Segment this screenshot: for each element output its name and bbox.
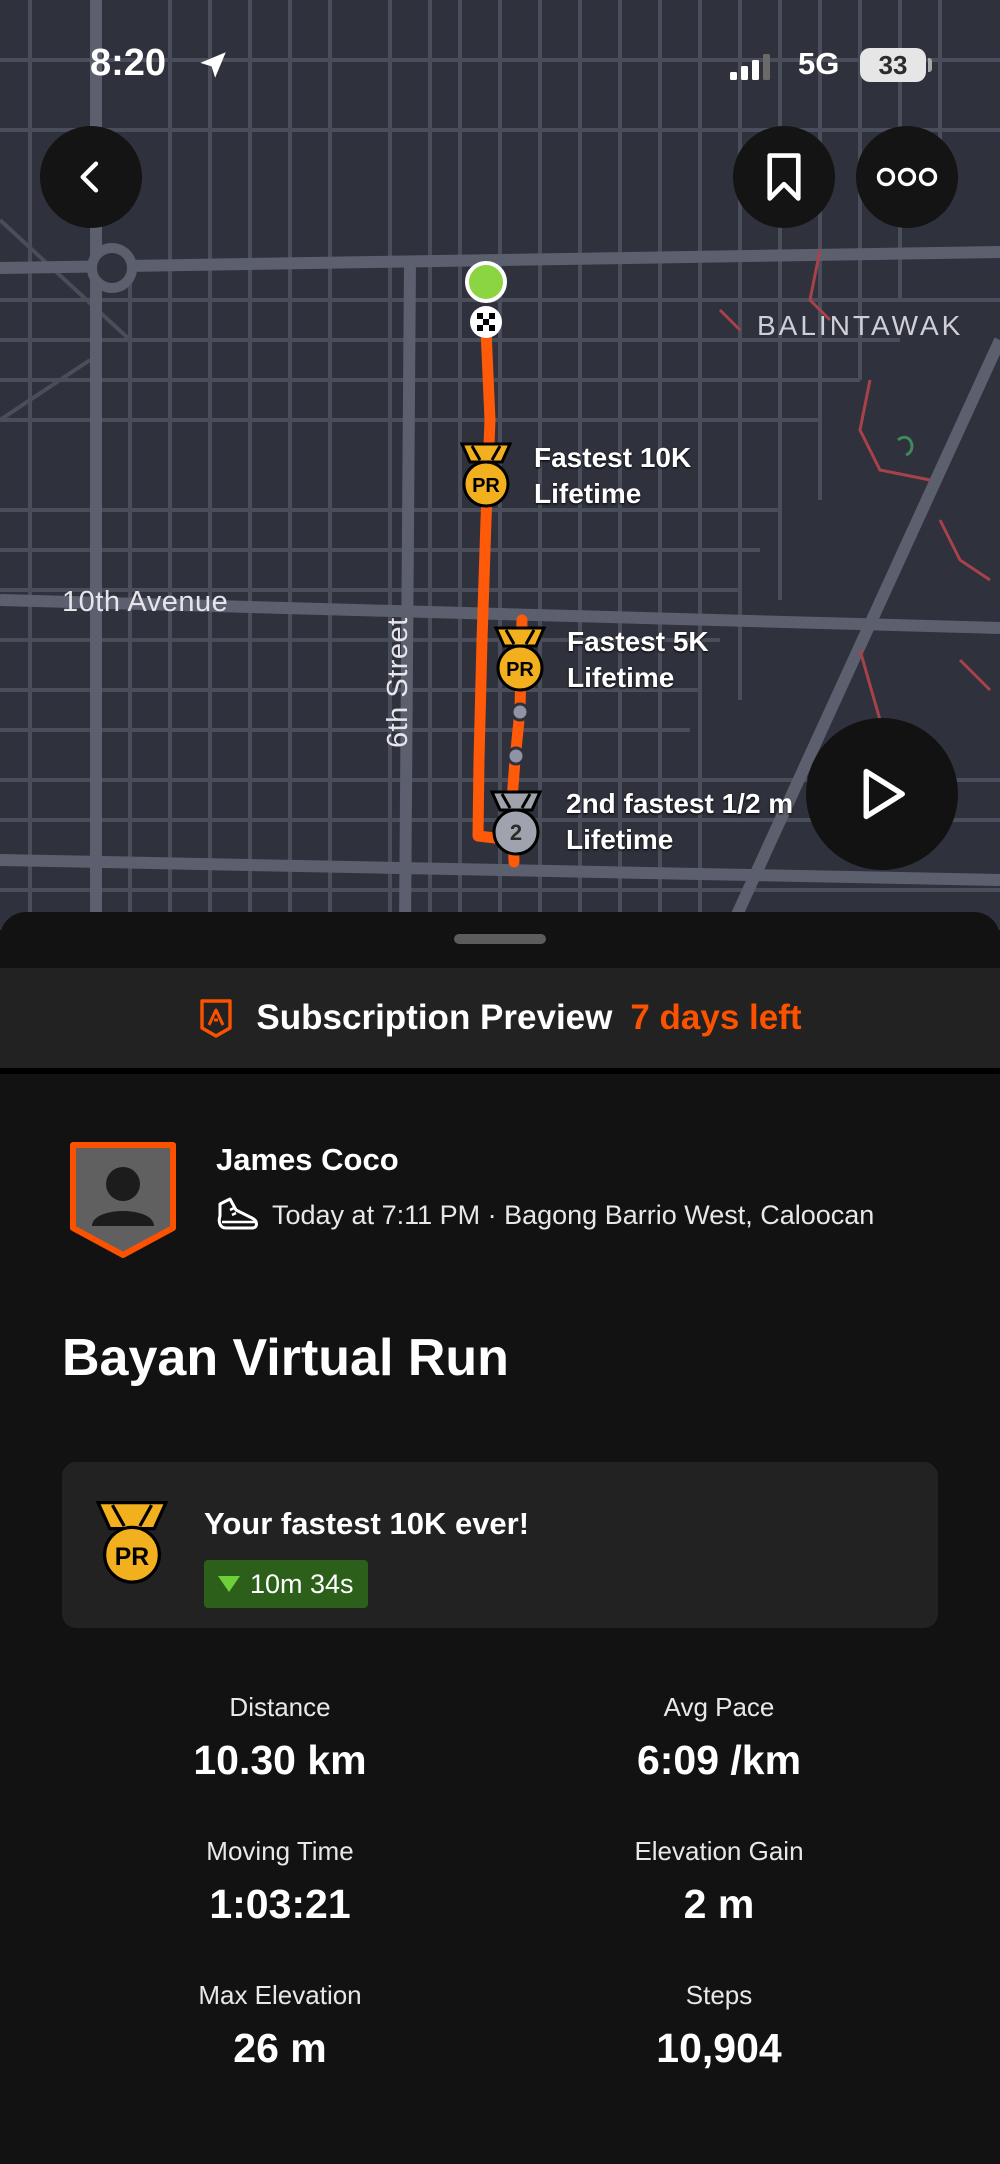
segment-subtitle: Lifetime: [566, 824, 674, 855]
achievement-text: Your fastest 10K ever!: [204, 1506, 530, 1541]
status-bar: 8:20 5G 33: [0, 0, 1000, 130]
drag-handle[interactable]: [454, 934, 546, 944]
stat-max-elevation: Max Elevation 26 m: [60, 1980, 500, 2072]
play-flyover-button[interactable]: [806, 718, 958, 870]
more-icon: [876, 167, 938, 187]
activity-meta: Today at 7:11 PM · Bagong Barrio West, C…: [216, 1196, 874, 1234]
segment-label[interactable]: Fastest 5K Lifetime: [567, 624, 709, 696]
stat-label: Avg Pace: [663, 1692, 775, 1722]
subscription-shield-icon: [200, 999, 233, 1038]
segment-label[interactable]: 2nd fastest 1/2 m Lifetime: [566, 786, 793, 858]
pr-medal-icon: PR: [459, 442, 513, 508]
medal-text: PR: [506, 659, 534, 681]
back-button[interactable]: [40, 126, 142, 228]
map-label-district: BALINTAWAK: [757, 310, 964, 341]
bookmark-icon: [767, 153, 801, 201]
medal-text: PR: [472, 475, 500, 497]
stat-value: 26 m: [233, 2025, 327, 2071]
silver-medal-icon: 2: [489, 790, 543, 856]
medal-text: PR: [115, 1544, 150, 1571]
activity-sheet: Subscription Preview 7 days left James C…: [0, 912, 1000, 2164]
route-map[interactable]: BALINTAWAK 10th Avenue 6th Street PR Fas…: [0, 0, 1000, 930]
stat-value: 10,904: [656, 2025, 782, 2071]
stat-label: Max Elevation: [198, 1980, 362, 2010]
segment-title: Fastest 5K: [567, 626, 709, 657]
stat-elevation-gain: Elevation Gain 2 m: [499, 1836, 939, 1928]
activity-title: Bayan Virtual Run: [62, 1329, 509, 1387]
avatar[interactable]: [70, 1142, 176, 1258]
save-button[interactable]: [733, 126, 835, 228]
stat-moving-time: Moving Time 1:03:21: [60, 1836, 500, 1928]
medal-text: 2: [510, 820, 522, 845]
stat-distance: Distance 10.30 km: [60, 1692, 500, 1784]
segment-subtitle: Lifetime: [534, 478, 642, 509]
pr-medal-icon: PR: [493, 626, 547, 692]
stat-avg-pace: Avg Pace 6:09 /km: [499, 1692, 939, 1784]
activity-meta-text: Today at 7:11 PM · Bagong Barrio West, C…: [272, 1199, 875, 1230]
status-time: 8:20: [90, 42, 167, 84]
pr-medal-icon: PR: [95, 1500, 169, 1584]
stat-value: 6:09 /km: [636, 1737, 802, 1783]
location-arrow-icon: [200, 52, 226, 78]
segment-title: 2nd fastest 1/2 m: [566, 788, 794, 819]
more-button[interactable]: [856, 126, 958, 228]
improvement-badge: 10m 34s: [204, 1560, 368, 1608]
subscription-days-left: 7 days left: [630, 998, 802, 1037]
athlete-name[interactable]: James Coco: [216, 1142, 399, 1178]
stat-value: 2 m: [683, 1881, 755, 1927]
improvement-value: 10m 34s: [250, 1568, 354, 1599]
battery-icon: 33: [860, 48, 926, 82]
stat-label: Elevation Gain: [634, 1836, 804, 1866]
stat-value: 1:03:21: [209, 1881, 351, 1927]
achievement-card[interactable]: PR Your fastest 10K ever! 10m 34s: [62, 1462, 938, 1628]
play-icon: [863, 768, 905, 820]
segment-label[interactable]: Fastest 10K Lifetime: [534, 440, 691, 512]
network-type: 5G: [798, 46, 840, 81]
back-icon: [80, 161, 99, 193]
stat-label: Moving Time: [206, 1836, 354, 1866]
map-label-street: 6th Street: [382, 617, 414, 748]
down-triangle-icon: [218, 1576, 240, 1592]
stat-label: Steps: [685, 1980, 753, 2010]
subscription-title: Subscription Preview: [256, 998, 613, 1037]
stat-value: 10.30 km: [193, 1737, 367, 1783]
segment-title: Fastest 10K: [534, 442, 692, 473]
map-label-avenue: 10th Avenue: [62, 586, 229, 618]
stat-steps: Steps 10,904: [499, 1980, 939, 2072]
run-shoe-icon: [217, 1197, 258, 1230]
battery-tip: [928, 58, 932, 72]
cellular-signal-icon: [730, 54, 770, 80]
stat-label: Distance: [229, 1692, 331, 1722]
segment-subtitle: Lifetime: [567, 662, 675, 693]
subscription-banner[interactable]: Subscription Preview 7 days left: [0, 968, 1000, 1074]
